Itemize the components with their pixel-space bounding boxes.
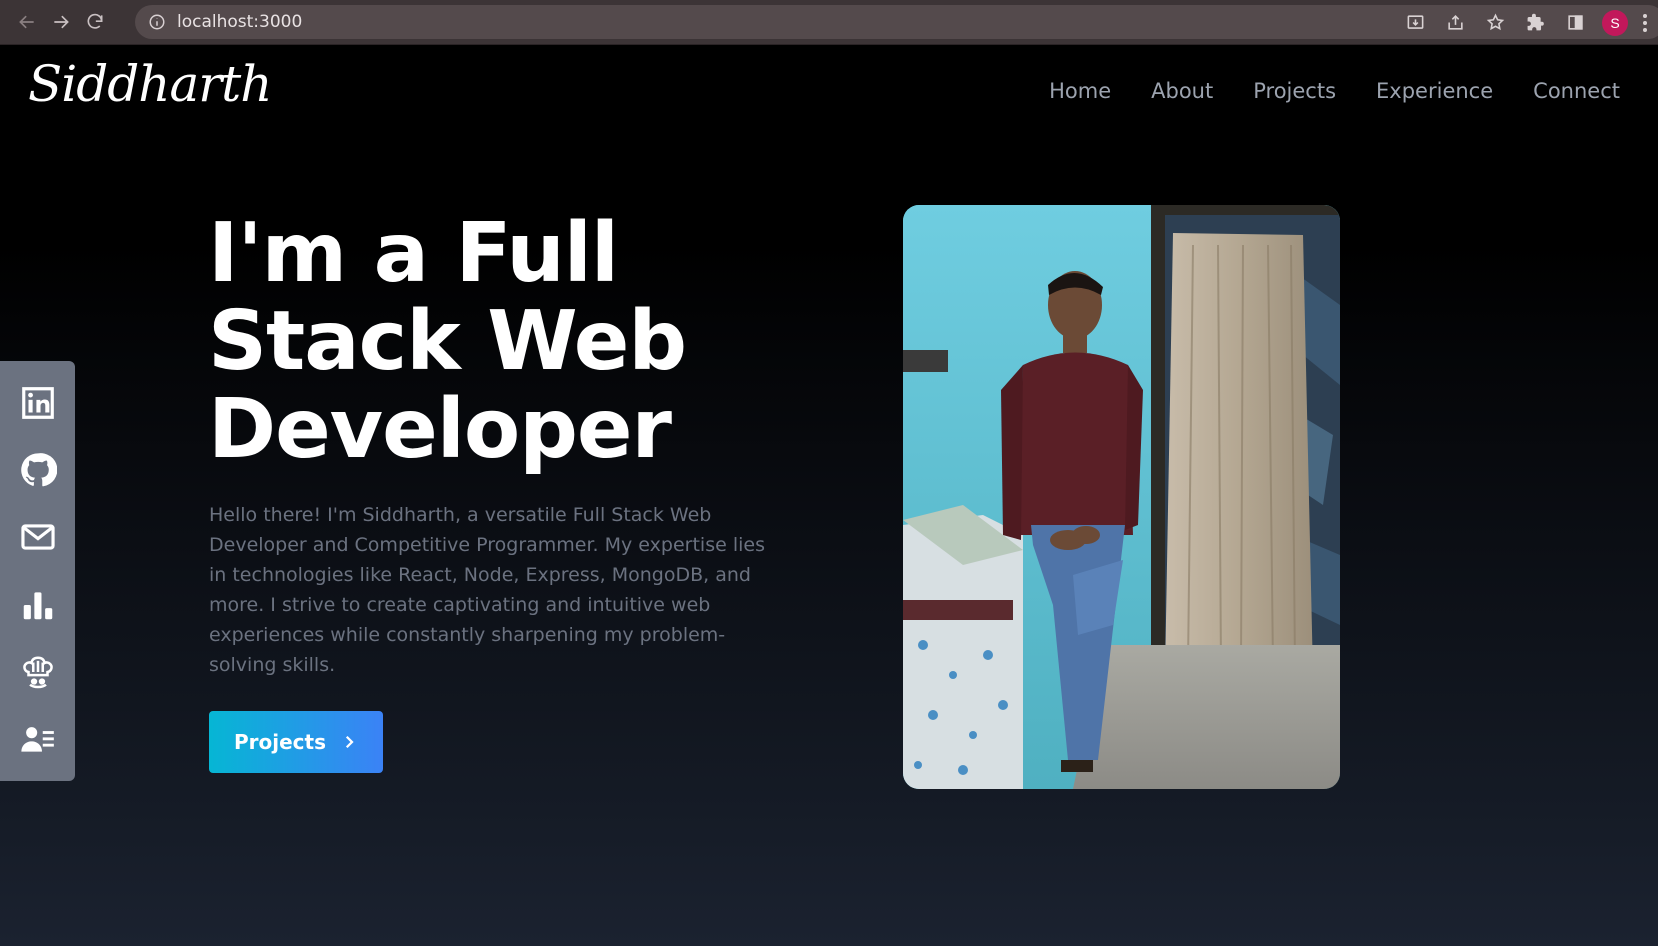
page: Siddharth Home About Projects Experience… xyxy=(0,45,1658,946)
social-sidebar xyxy=(0,361,75,781)
browser-toolbar: localhost:3000 S xyxy=(0,0,1658,45)
url-text[interactable]: localhost:3000 xyxy=(177,12,302,32)
share-icon[interactable] xyxy=(1438,6,1472,40)
resume-icon[interactable] xyxy=(18,719,58,759)
github-icon[interactable] xyxy=(18,450,58,490)
nav-home[interactable]: Home xyxy=(1049,79,1111,103)
extensions-icon[interactable] xyxy=(1518,6,1552,40)
hero-title: I'm a Full Stack Web Developer xyxy=(208,206,687,477)
bar-chart-icon[interactable] xyxy=(18,585,58,625)
site-logo[interactable]: Siddharth xyxy=(28,55,272,113)
profile-avatar[interactable]: S xyxy=(1598,6,1632,40)
bookmark-star-icon[interactable] xyxy=(1478,6,1512,40)
projects-button-label: Projects xyxy=(233,730,326,754)
nav-connect[interactable]: Connect xyxy=(1533,79,1620,103)
profile-photo xyxy=(903,205,1340,789)
top-nav: Home About Projects Experience Connect xyxy=(1049,79,1620,103)
site-info-icon[interactable] xyxy=(147,12,167,32)
forward-icon[interactable] xyxy=(44,5,78,39)
menu-kebab-icon[interactable] xyxy=(1638,13,1652,32)
hero-description: Hello there! I'm Siddharth, a versatile … xyxy=(209,504,765,676)
install-icon[interactable] xyxy=(1398,6,1432,40)
nav-about[interactable]: About xyxy=(1151,79,1213,103)
chef-hat-icon[interactable] xyxy=(18,652,58,692)
projects-button[interactable]: Projects xyxy=(209,711,383,773)
side-panel-icon[interactable] xyxy=(1558,6,1592,40)
chevron-right-icon xyxy=(345,735,354,749)
linkedin-icon[interactable] xyxy=(18,383,58,423)
nav-experience[interactable]: Experience xyxy=(1376,79,1493,103)
back-icon[interactable] xyxy=(10,5,44,39)
nav-projects[interactable]: Projects xyxy=(1253,79,1336,103)
mail-icon[interactable] xyxy=(18,517,58,557)
reload-icon[interactable] xyxy=(78,5,112,39)
profile-initial: S xyxy=(1602,9,1628,36)
